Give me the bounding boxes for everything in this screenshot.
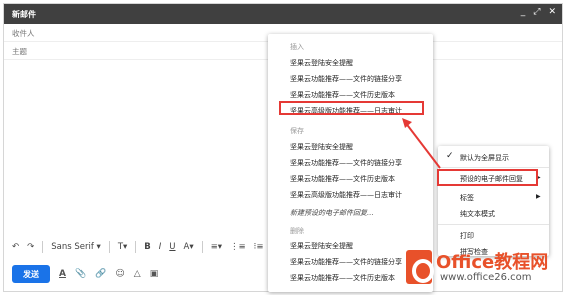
print-option[interactable]: 打印	[460, 231, 474, 241]
emoji-icon[interactable]: ☺	[115, 269, 124, 279]
insert-item[interactable]: 坚果云功能推荐——文件历史版本	[290, 90, 395, 100]
drive-icon[interactable]: △	[134, 269, 141, 279]
format-options-icon[interactable]: A	[59, 269, 66, 279]
undo-icon[interactable]: ↶	[12, 242, 19, 252]
plain-text-option[interactable]: 纯文本模式	[460, 209, 495, 219]
formatting-toolbar: ↶ ↷ Sans Serif ▾ T▾ B I U A▾ ≡▾ ⋮≡ ⁝≡ ⇥	[12, 239, 279, 255]
fullscreen-default-option[interactable]: 默认为全屏显示	[460, 153, 509, 163]
recipients-placeholder: 收件人	[12, 28, 35, 38]
delete-item[interactable]: 坚果云功能推荐——文件的链接分享	[290, 257, 402, 267]
minimize-icon[interactable]: _	[521, 7, 526, 17]
office-logo-icon	[406, 250, 434, 284]
logo-brand: Office教程网	[436, 252, 549, 273]
bulleted-list-icon[interactable]: ⁝≡	[254, 242, 264, 252]
subject-placeholder: 主题	[12, 46, 27, 56]
compose-actions: 发送 A 📎 🔗 ☺ △ ▣	[12, 265, 158, 283]
save-item[interactable]: 坚果云功能推荐——文件的链接分享	[290, 158, 402, 168]
photo-icon[interactable]: ▣	[150, 269, 159, 279]
menu-divider	[438, 167, 549, 168]
fullscreen-icon[interactable]: ⤢	[533, 7, 540, 17]
redo-icon[interactable]: ↷	[27, 242, 34, 252]
font-select[interactable]: Sans Serif ▾	[51, 242, 101, 252]
insert-item[interactable]: 坚果云登陆安全提醒	[290, 58, 353, 68]
toolbar-divider	[201, 241, 203, 253]
bold-icon[interactable]: B	[144, 242, 150, 252]
highlight-box	[437, 169, 538, 186]
delete-item[interactable]: 坚果云功能推荐——文件历史版本	[290, 273, 395, 283]
save-item[interactable]: 坚果云功能推荐——文件历史版本	[290, 174, 395, 184]
label-option[interactable]: 标签	[460, 193, 474, 203]
logo-url: www.office26.com	[440, 272, 532, 283]
send-button[interactable]: 发送	[12, 265, 50, 283]
attach-icon[interactable]: 📎	[75, 269, 86, 279]
font-size-icon[interactable]: T▾	[118, 242, 127, 252]
watermark-logo: Office教程网 www.office26.com	[400, 246, 562, 292]
italic-icon[interactable]: I	[159, 242, 162, 252]
highlight-box	[279, 101, 424, 115]
check-icon: ✓	[446, 151, 454, 161]
more-options-menu: ✓ 默认为全屏显示 预设的电子邮件回复 ▶ 标签 ▶ 纯文本模式 打印 拼写检查	[438, 146, 549, 256]
toolbar-divider	[42, 241, 44, 253]
save-item[interactable]: 坚果云登陆安全提醒	[290, 142, 353, 152]
submenu-arrow-icon: ▶	[536, 193, 541, 200]
align-icon[interactable]: ≡▾	[211, 242, 222, 252]
compose-titlebar[interactable]: 新邮件 _ ⤢ ✕	[4, 4, 562, 24]
delete-header: 删除	[290, 227, 304, 235]
menu-divider	[438, 224, 549, 225]
new-canned-response[interactable]: 新建预设的电子邮件回复...	[290, 208, 374, 218]
insert-header: 插入	[290, 43, 304, 51]
save-header: 保存	[290, 127, 304, 135]
text-color-icon[interactable]: A▾	[184, 242, 194, 252]
compose-title: 新邮件	[12, 9, 36, 19]
close-icon[interactable]: ✕	[548, 7, 556, 17]
numbered-list-icon[interactable]: ⋮≡	[230, 242, 246, 252]
toolbar-divider	[108, 241, 110, 253]
link-icon[interactable]: 🔗	[95, 269, 106, 279]
insert-item[interactable]: 坚果云功能推荐——文件的链接分享	[290, 74, 402, 84]
delete-item[interactable]: 坚果云登陆安全提醒	[290, 241, 353, 251]
underline-icon[interactable]: U	[169, 242, 175, 252]
toolbar-divider	[135, 241, 137, 253]
save-item[interactable]: 坚果云高级版功能推荐——日志审计	[290, 190, 402, 200]
